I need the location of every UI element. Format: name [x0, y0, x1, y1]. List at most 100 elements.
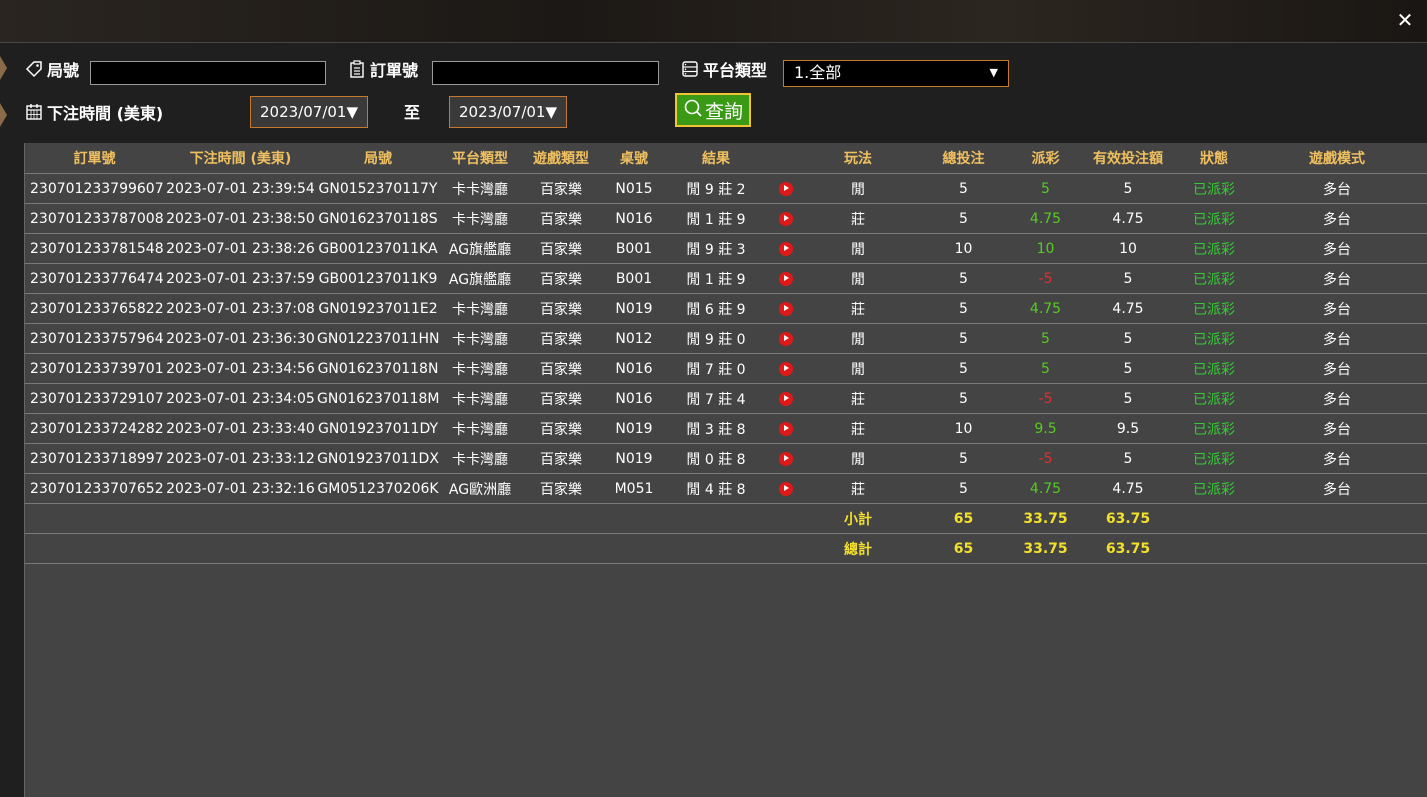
payout-cell: 4.75	[1017, 293, 1074, 324]
play-icon[interactable]	[778, 361, 793, 376]
payout-cell: -5	[1017, 383, 1074, 414]
status-cell: 已派彩	[1182, 473, 1246, 504]
result-cell: 閒 7 莊 0	[667, 353, 765, 384]
replay-cell	[765, 473, 806, 504]
bet-type-cell: 莊	[806, 473, 910, 504]
status-cell: 已派彩	[1182, 413, 1246, 444]
status-cell: 已派彩	[1182, 323, 1246, 354]
game-type-cell: 百家樂	[521, 323, 601, 354]
payout-cell: 4.75	[1017, 473, 1074, 504]
column-header: 玩法	[806, 143, 910, 174]
subtotal-row: 小計 65 33.75 63.75	[25, 503, 1427, 534]
round-number-cell: GM0512370206K	[317, 473, 439, 504]
bet-type-cell: 閒	[806, 353, 910, 384]
play-icon[interactable]	[778, 421, 793, 436]
bet-time-cell: 2023-07-01 23:34:05	[164, 383, 317, 414]
close-button[interactable]: ✕	[1393, 8, 1417, 32]
payout-cell: 9.5	[1017, 413, 1074, 444]
bet-record-table: 訂單號 下注時間 (美東) 局號 平台類型 遊戲類型 桌號 結果 玩法 總投注 …	[25, 143, 1427, 564]
platform-select[interactable]: 1.全部 ▼	[783, 60, 1009, 87]
bet-type-cell: 莊	[806, 383, 910, 414]
play-icon[interactable]	[778, 481, 793, 496]
column-header: 狀態	[1182, 143, 1246, 174]
column-header: 局號	[317, 143, 439, 174]
game-mode-cell: 多台	[1246, 323, 1427, 354]
platform-cell: AG旗艦廳	[439, 233, 521, 264]
order-number-cell: 230701233729107	[25, 383, 164, 414]
round-number-cell: GN019237011DY	[317, 413, 439, 444]
status-cell: 已派彩	[1182, 233, 1246, 264]
table-row: 230701233718997 2023-07-01 23:33:12 GN0192…	[25, 443, 1427, 474]
column-header: 平台類型	[439, 143, 521, 174]
result-cell: 閒 1 莊 9	[667, 263, 765, 294]
table-row: 230701233765822 2023-07-01 23:37:08 GN0192…	[25, 293, 1427, 324]
play-icon[interactable]	[778, 271, 793, 286]
platform-cell: AG旗艦廳	[439, 263, 521, 294]
tag-icon	[25, 60, 43, 78]
game-type-cell: 百家樂	[521, 233, 601, 264]
valid-bet-cell: 5	[1074, 443, 1182, 474]
grand-total-label: 總計	[806, 533, 910, 564]
bet-time-cell: 2023-07-01 23:38:50	[164, 203, 317, 234]
platform-cell: 卡卡灣廳	[439, 413, 521, 444]
order-number-cell: 230701233776474	[25, 263, 164, 294]
round-number-cell: GB001237011K9	[317, 263, 439, 294]
column-header: 桌號	[601, 143, 667, 174]
result-cell: 閒 7 莊 4	[667, 383, 765, 414]
replay-cell	[765, 293, 806, 324]
play-icon[interactable]	[778, 451, 793, 466]
search-icon	[683, 98, 703, 123]
date-to-picker[interactable]: 2023/07/01▼	[449, 96, 567, 128]
play-icon[interactable]	[778, 211, 793, 226]
round-filter-label: 局號	[25, 57, 79, 81]
order-number-cell: 230701233724282	[25, 413, 164, 444]
payout-cell: 5	[1017, 353, 1074, 384]
order-number-cell: 230701233757964	[25, 323, 164, 354]
round-input[interactable]	[90, 61, 326, 85]
side-arrow-decoration	[0, 103, 7, 127]
column-header	[765, 143, 806, 174]
date-from-picker[interactable]: 2023/07/01▼	[250, 96, 368, 128]
query-button[interactable]: 查詢	[675, 93, 751, 127]
game-mode-cell: 多台	[1246, 473, 1427, 504]
play-icon[interactable]	[778, 331, 793, 346]
table-header-row: 訂單號 下注時間 (美東) 局號 平台類型 遊戲類型 桌號 結果 玩法 總投注 …	[25, 143, 1427, 174]
order-filter-label: 訂單號	[348, 57, 418, 81]
platform-cell: 卡卡灣廳	[439, 383, 521, 414]
table-row: 230701233729107 2023-07-01 23:34:05 GN0162…	[25, 383, 1427, 414]
game-type-cell: 百家樂	[521, 383, 601, 414]
column-header: 派彩	[1017, 143, 1074, 174]
status-cell: 已派彩	[1182, 263, 1246, 294]
play-icon[interactable]	[778, 181, 793, 196]
game-mode-cell: 多台	[1246, 173, 1427, 204]
subtotal-payout: 33.75	[1017, 503, 1074, 534]
play-icon[interactable]	[778, 391, 793, 406]
platform-cell: 卡卡灣廳	[439, 293, 521, 324]
platform-cell: 卡卡灣廳	[439, 323, 521, 354]
result-cell: 閒 4 莊 8	[667, 473, 765, 504]
round-number-cell: GN019237011DX	[317, 443, 439, 474]
platform-cell: 卡卡灣廳	[439, 353, 521, 384]
result-cell: 閒 9 莊 2	[667, 173, 765, 204]
platform-cell: 卡卡灣廳	[439, 173, 521, 204]
play-icon[interactable]	[778, 301, 793, 316]
status-cell: 已派彩	[1182, 293, 1246, 324]
replay-cell	[765, 443, 806, 474]
table-number-cell: N016	[601, 383, 667, 414]
valid-bet-cell: 10	[1074, 233, 1182, 264]
game-type-cell: 百家樂	[521, 353, 601, 384]
column-header: 訂單號	[25, 143, 164, 174]
payout-cell: 5	[1017, 173, 1074, 204]
order-input[interactable]	[432, 61, 659, 85]
table-number-cell: N016	[601, 353, 667, 384]
status-cell: 已派彩	[1182, 173, 1246, 204]
total-bet-cell: 5	[910, 473, 1017, 504]
column-header: 下注時間 (美東)	[164, 143, 317, 174]
table-row: 230701233757964 2023-07-01 23:36:30 GN0122…	[25, 323, 1427, 354]
table-number-cell: N012	[601, 323, 667, 354]
column-header: 遊戲類型	[521, 143, 601, 174]
payout-cell: -5	[1017, 443, 1074, 474]
play-icon[interactable]	[778, 241, 793, 256]
bet-time-cell: 2023-07-01 23:38:26	[164, 233, 317, 264]
calendar-icon	[25, 103, 43, 121]
